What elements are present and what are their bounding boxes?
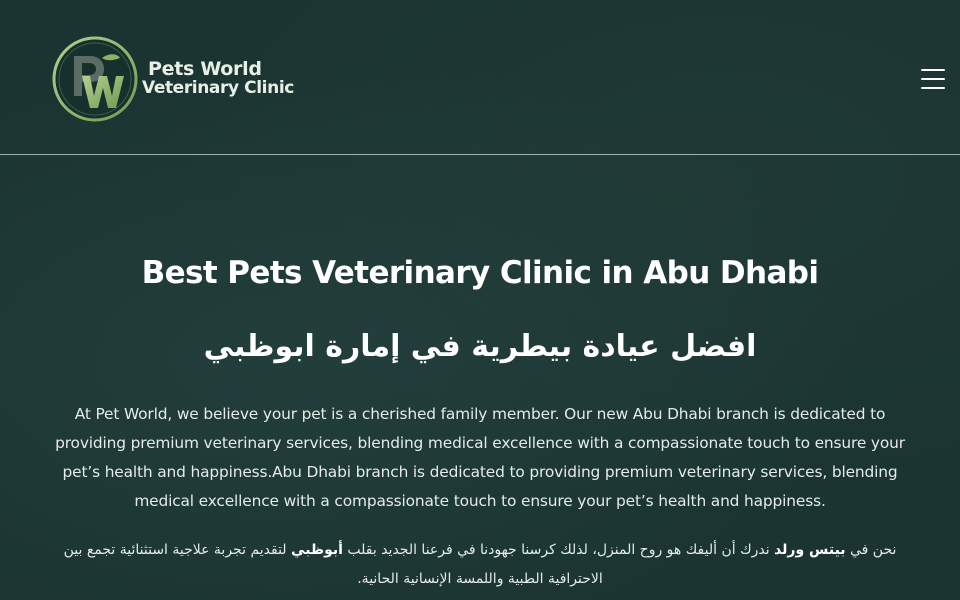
intro-paragraph-arabic: نحن في بيتس ورلد ندرك أن أليفك هو روح ال…	[48, 536, 912, 594]
logo-monogram-icon	[52, 36, 138, 122]
main-content: Best Pets Veterinary Clinic in Abu Dhabi…	[0, 255, 960, 594]
logo-wordmark: Pets World Veterinary Clinic	[142, 58, 294, 99]
intro-paragraph-english: At Pet World, we believe your pet is a c…	[55, 405, 905, 510]
arabic-brand-name: بيتس ورلد	[774, 542, 846, 558]
page-title-arabic: افضل عيادة بيطرية في إمارة ابوظبي	[203, 329, 757, 364]
menu-bar-middle	[921, 78, 945, 80]
arabic-text-part-2: ندرك أن أليفك هو روح المنزل، لذلك كرسنا …	[342, 542, 775, 558]
logo-line-1: Pets World	[148, 58, 262, 81]
arabic-city-name: أبوظبي	[291, 542, 343, 558]
logo-line-2: Veterinary Clinic	[142, 78, 294, 99]
page-title-english: Best Pets Veterinary Clinic in Abu Dhabi	[141, 255, 819, 291]
hamburger-menu-icon[interactable]	[921, 69, 945, 89]
site-header: Pets World Veterinary Clinic	[0, 0, 960, 155]
menu-bar-bottom	[921, 87, 945, 89]
menu-bar-top	[921, 69, 945, 71]
site-logo[interactable]: Pets World Veterinary Clinic	[52, 36, 294, 122]
page: Pets World Veterinary Clinic Best Pets V…	[0, 0, 960, 600]
arabic-text-part-1: نحن في	[845, 542, 897, 558]
